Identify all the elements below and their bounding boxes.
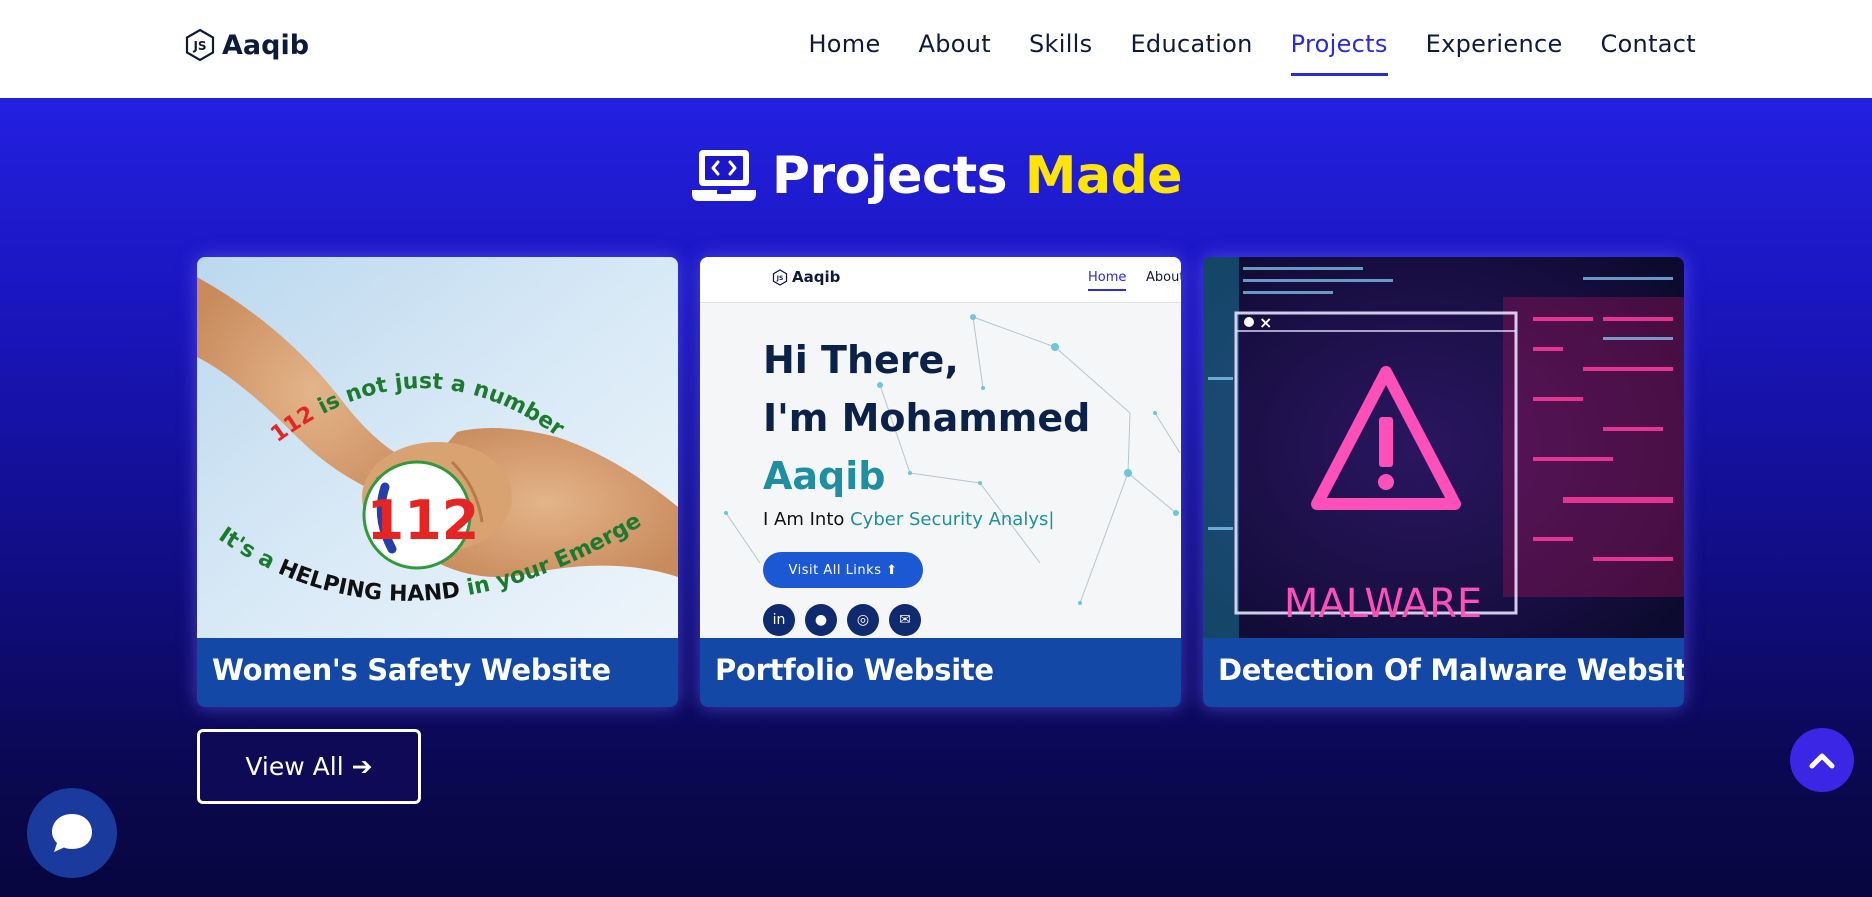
project-image-womens-safety: 112 is not just a number It's a HELPING … [197, 257, 678, 638]
section-title-main: Projects [771, 146, 1008, 206]
project-card-malware[interactable]: × MALWARE Detection Of Malware Website [1203, 257, 1684, 707]
mock-hero-heading: Hi There, I'm Mohammed Aaqib [763, 331, 1090, 505]
project-card-portfolio[interactable]: JS Aaqib Home About Hi There, I'm Mohamm… [700, 257, 1181, 707]
mock-name: Aaqib [763, 454, 886, 498]
mock-social-links: in ● ◎ ✉ [763, 604, 921, 636]
section-title-accent: Made [1024, 146, 1183, 206]
nav-education[interactable]: Education [1130, 30, 1252, 76]
malware-word: MALWARE [1284, 581, 1482, 627]
project-card-womens-safety[interactable]: 112 is not just a number It's a HELPING … [197, 257, 678, 707]
svg-text:JS: JS [192, 39, 206, 53]
site-logo[interactable]: JS Aaqib [184, 28, 309, 62]
chat-bubble-icon [52, 814, 92, 852]
nav-contact[interactable]: Contact [1601, 30, 1696, 76]
js-hexagon-icon: JS [772, 268, 788, 286]
github-icon: ● [805, 604, 837, 636]
mock-visit-links-label: Visit All Links [788, 562, 882, 578]
scroll-to-top-button[interactable] [1790, 728, 1854, 792]
arrow-right-icon: ➔ [351, 752, 373, 781]
mock-hi: Hi There, [763, 338, 959, 382]
mock-im: I'm Mohammed [763, 396, 1091, 440]
linkedin-icon: in [763, 604, 795, 636]
js-hexagon-icon: JS [185, 28, 215, 62]
project-title: Detection Of Malware Website [1218, 653, 1684, 687]
mock-logo: JS Aaqib [772, 268, 840, 286]
nav-home[interactable]: Home [808, 30, 880, 76]
view-all-label: View All [245, 752, 344, 781]
view-all-button[interactable]: View All ➔ [197, 729, 421, 804]
mock-visit-links-button: Visit All Links ⬆ [763, 552, 923, 588]
laptop-code-icon [691, 150, 756, 201]
mock-logo-text: Aaqib [792, 268, 841, 286]
project-title: Women's Safety Website [212, 653, 611, 687]
mock-into-prefix: I Am Into [763, 509, 851, 530]
mock-nav-about: About [1146, 270, 1181, 285]
mock-into-role: Cyber Security Analys| [850, 509, 1055, 530]
svg-text:JS: JS [776, 275, 784, 282]
main-nav: Home About Skills Education Projects Exp… [808, 30, 1696, 76]
instagram-icon: ◎ [847, 604, 879, 636]
arrow-circle-up-icon: ⬆ [886, 562, 898, 578]
projects-section: Projects Made 112 is not just a number I… [0, 98, 1872, 897]
chat-widget-button[interactable] [27, 788, 117, 878]
nav-about[interactable]: About [919, 30, 991, 76]
chevron-up-icon [1809, 753, 1835, 769]
nav-projects[interactable]: Projects [1290, 30, 1388, 76]
mock-navbar: JS Aaqib Home About [700, 257, 1181, 303]
mock-into-line: I Am Into Cyber Security Analys| [763, 509, 1054, 530]
project-title: Portfolio Website [715, 653, 994, 687]
site-header: JS Aaqib Home About Skills Education Pro… [0, 0, 1872, 98]
nav-experience[interactable]: Experience [1426, 30, 1563, 76]
project-image-malware: × MALWARE [1203, 257, 1684, 638]
nav-skills[interactable]: Skills [1029, 30, 1092, 76]
section-heading: Projects Made [0, 146, 1872, 206]
section-title: Projects Made [771, 146, 1183, 206]
svg-text:×: × [1259, 313, 1272, 332]
logo-text: Aaqib [222, 29, 310, 61]
project-image-portfolio: JS Aaqib Home About Hi There, I'm Mohamm… [700, 257, 1181, 638]
mock-nav-home: Home [1088, 270, 1127, 291]
envelope-icon: ✉ [889, 604, 921, 636]
badge-112: 112 [367, 489, 480, 552]
